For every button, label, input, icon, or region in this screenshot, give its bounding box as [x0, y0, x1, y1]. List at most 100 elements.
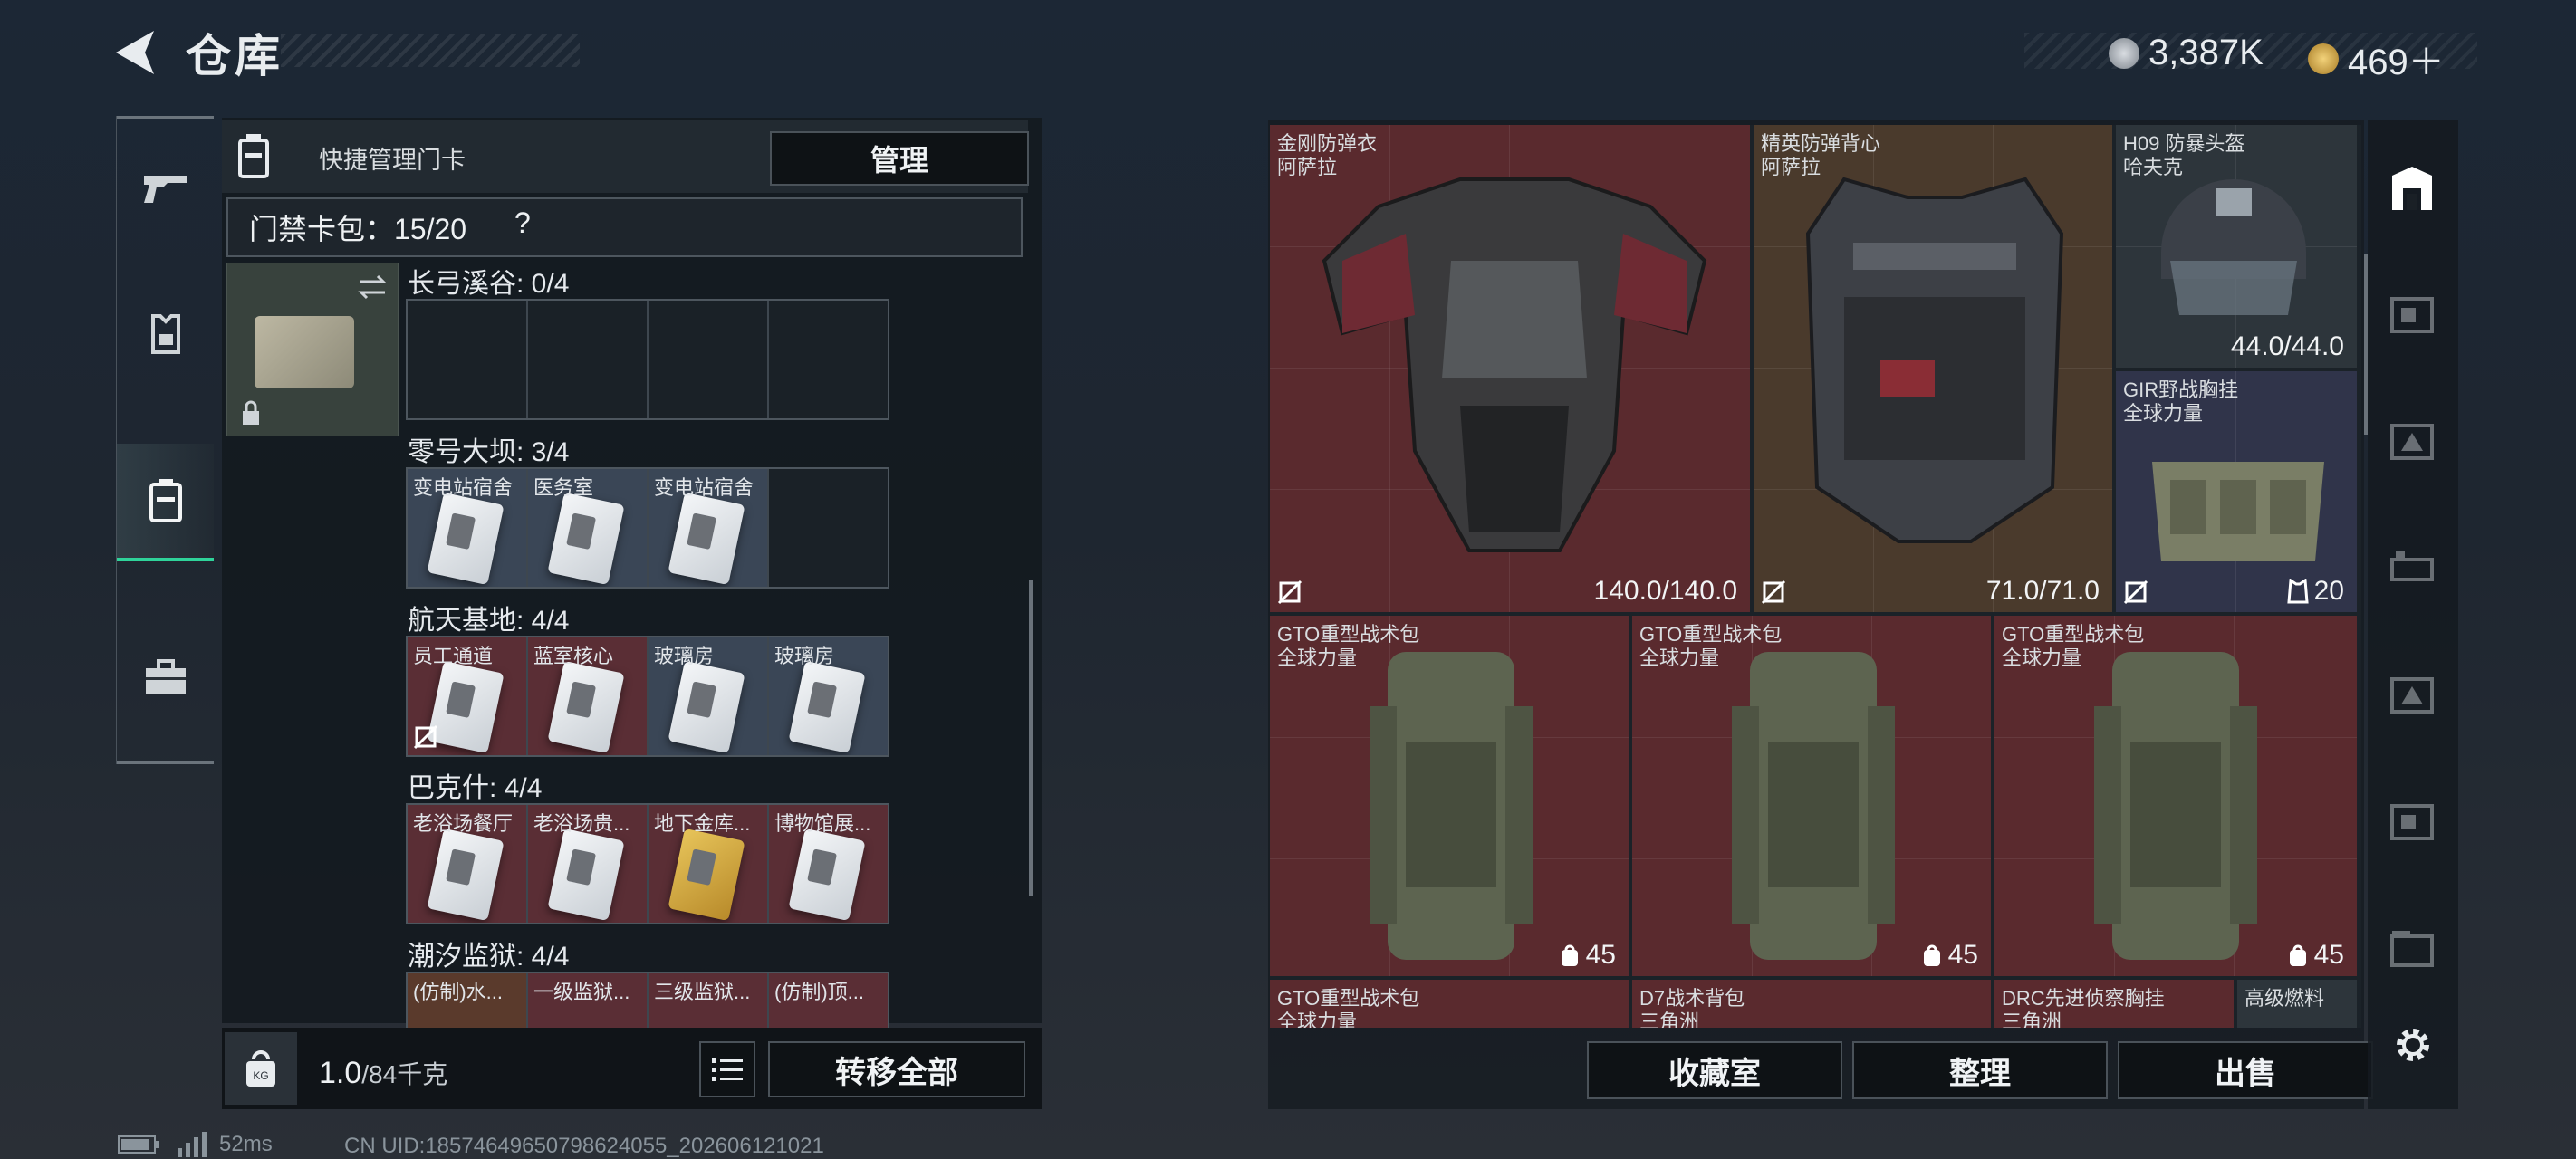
currency-gold[interactable]: 469＋	[2308, 33, 2445, 85]
storage-expansion-icon[interactable]	[2387, 670, 2437, 721]
swap-icon[interactable]	[356, 271, 389, 303]
keycard-slot[interactable]: 老浴场餐厅	[408, 805, 528, 923]
storage-expansion-icon[interactable]	[2387, 924, 2437, 974]
keycard-slot[interactable]: (仿制)顶...	[769, 973, 888, 1028]
keycard-slot[interactable]: 地下金库...	[649, 805, 769, 923]
organize-button[interactable]: 整理	[1852, 1041, 2108, 1099]
keycard-label: 变电站宿舍	[413, 476, 514, 499]
inventory-item[interactable]: 高级燃料	[2237, 980, 2357, 1028]
lock-icon	[243, 400, 259, 425]
keycard-slot[interactable]: 三级监狱...	[649, 973, 769, 1028]
inventory-item[interactable]: DRC先进侦察胸挂 三角洲	[1994, 980, 2234, 1028]
keycard-label: 玻璃房	[774, 645, 835, 667]
backpack-capacity-icon	[2289, 944, 2306, 966]
keycard-case-icon	[149, 479, 182, 522]
keycard-slot[interactable]: 玻璃房	[649, 637, 769, 755]
keycard-pack-image	[255, 316, 354, 388]
keycard-slot[interactable]: (仿制)水...	[408, 973, 528, 1028]
status-footer: 52ms	[118, 1132, 273, 1157]
capacity-value: 45	[1921, 940, 1978, 971]
inventory-item[interactable]: H09 防暴头盔 哈夫克 44.0/44.0	[2116, 125, 2357, 368]
user-uid: CN UID:18574649650798624055_202606121021	[344, 1134, 824, 1158]
main-storage-icon[interactable]	[2387, 163, 2437, 214]
keycard-slot[interactable]: 变电站宿舍	[408, 469, 528, 587]
backpack-image	[2094, 652, 2257, 960]
no-insure-icon	[1761, 580, 1786, 605]
keycard-slot-empty[interactable]	[408, 301, 528, 418]
keycard-slot[interactable]: 变电站宿舍	[649, 469, 769, 587]
item-name: GTO重型战术包 全球力量	[1277, 987, 1420, 1028]
inventory-item[interactable]: 金刚防弹衣 阿萨拉 140.0/140.0	[1270, 125, 1750, 612]
no-insure-icon	[1277, 580, 1302, 605]
keycard-label: 玻璃房	[654, 645, 715, 667]
keycard-image	[788, 660, 866, 754]
storage-expansion-icon[interactable]	[2387, 417, 2437, 467]
armor-icon	[150, 314, 180, 354]
nav-tools[interactable]	[117, 605, 214, 750]
keycard-slot[interactable]: 员工通道	[408, 637, 528, 755]
keycard-slot[interactable]: 医务室	[528, 469, 649, 587]
manage-button[interactable]: 管理	[770, 131, 1029, 186]
keycard-image	[668, 492, 745, 586]
keycard-label: 老浴场餐厅	[413, 812, 514, 835]
keycard-pack-count: 门禁卡包：15/20	[249, 213, 467, 245]
keycard-slot[interactable]: 博物馆展...	[769, 805, 888, 923]
keycard-pack-tile[interactable]	[226, 263, 399, 436]
inventory-item[interactable]: GTO重型战术包 全球力量 45	[1994, 616, 2357, 976]
keycard-image	[427, 492, 505, 586]
keycard-slot-empty[interactable]	[769, 469, 888, 587]
inventory-item[interactable]: GIR野战胸挂 全球力量 20	[2116, 371, 2357, 612]
item-name: 金刚防弹衣 阿萨拉	[1277, 132, 1378, 178]
storage-expansion-icon[interactable]	[2387, 290, 2437, 340]
inventory-item[interactable]: D7战术背包 三角洲	[1632, 980, 1991, 1028]
nav-keycards[interactable]	[117, 444, 214, 561]
currency-silver[interactable]: 3,387K	[2109, 33, 2264, 73]
list-icon	[712, 1058, 743, 1081]
keycard-grid: 老浴场餐厅 老浴场贵... 地下金库... 博物馆展...	[406, 803, 889, 924]
storage-expansion-icon[interactable]	[2387, 543, 2437, 594]
svg-text:KG: KG	[253, 1069, 268, 1082]
keycard-slot[interactable]: 老浴场贵...	[528, 805, 649, 923]
inventory-item[interactable]: GTO重型战术包 全球力量 45	[1270, 616, 1629, 976]
keycard-case-icon	[238, 134, 269, 178]
help-icon[interactable]: ?	[514, 206, 531, 240]
chest-rig-image	[2152, 462, 2324, 561]
scrollbar[interactable]	[1029, 580, 1033, 896]
settings-gear-icon[interactable]	[2391, 1023, 2435, 1067]
collection-room-button[interactable]: 收藏室	[1587, 1041, 1842, 1099]
keycard-slot-empty[interactable]	[649, 301, 769, 418]
section-title: 航天基地: 4/4	[408, 606, 570, 636]
keycard-slot[interactable]: 一级监狱...	[528, 973, 649, 1028]
keycard-image	[427, 828, 505, 922]
keycard-slot-empty[interactable]	[769, 301, 888, 418]
inventory-item[interactable]: GTO重型战术包 全球力量	[1270, 980, 1629, 1028]
inventory-item[interactable]: 精英防弹背心 阿萨拉 71.0/71.0	[1754, 125, 2112, 612]
list-view-button[interactable]	[699, 1041, 755, 1097]
transfer-all-button[interactable]: 转移全部	[768, 1041, 1025, 1097]
capacity-value: 45	[1559, 940, 1616, 971]
keycard-label: 员工通道	[413, 645, 494, 667]
keycard-image	[668, 828, 745, 922]
quick-manage-label: 快捷管理门卡	[319, 147, 466, 174]
keycard-label: 三级监狱...	[654, 981, 751, 1003]
nav-weapons[interactable]	[117, 116, 214, 261]
battery-icon	[118, 1135, 159, 1154]
keycard-slot-empty[interactable]	[528, 301, 649, 418]
item-name: 精英防弹背心 阿萨拉	[1761, 132, 1881, 178]
keycard-label: 地下金库...	[654, 812, 751, 835]
sell-button[interactable]: 出售	[2118, 1041, 2373, 1099]
vest-capacity-icon	[2286, 579, 2309, 604]
inventory-item[interactable]: GTO重型战术包 全球力量 45	[1632, 616, 1991, 976]
nav-armor[interactable]	[117, 261, 214, 406]
toolbox-icon	[145, 659, 186, 694]
keycard-slot[interactable]: 玻璃房	[769, 637, 888, 755]
back-arrow-icon[interactable]	[109, 25, 163, 80]
backpack-capacity-icon	[1923, 944, 1940, 966]
item-name: GTO重型战术包 全球力量	[2002, 623, 2145, 669]
title-decoration	[281, 34, 580, 67]
storage-expansion-icon[interactable]	[2387, 797, 2437, 848]
section-title: 零号大坝: 3/4	[408, 437, 570, 467]
signal-icon	[178, 1132, 207, 1157]
keycard-slot[interactable]: 蓝室核心	[528, 637, 649, 755]
keycard-label: (仿制)水...	[413, 981, 503, 1003]
